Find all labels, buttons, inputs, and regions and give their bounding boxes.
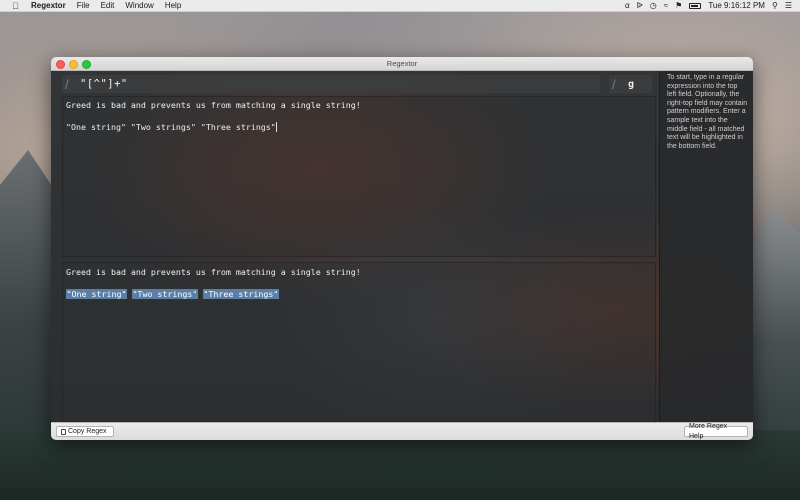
regex-slash: / bbox=[65, 76, 69, 92]
sample-text-field[interactable]: Greed is bad and prevents us from matchi… bbox=[62, 96, 656, 257]
regex-input[interactable]: / "[^"]+" bbox=[62, 75, 600, 93]
more-regex-help-label: More Regex Help bbox=[689, 422, 728, 440]
menu-edit[interactable]: Edit bbox=[101, 1, 115, 10]
help-text: To start, type in a regular expression i… bbox=[667, 74, 748, 150]
match-highlight: "Three strings" bbox=[202, 289, 279, 299]
window-title: Regextor bbox=[386, 59, 418, 68]
copy-icon bbox=[61, 428, 66, 435]
a-input-icon[interactable]: α bbox=[625, 0, 630, 12]
sample-line-1: Greed is bad and prevents us from matchi… bbox=[66, 100, 361, 110]
sample-line-2: "One string" "Two strings" "Three string… bbox=[66, 122, 276, 132]
menu-bar:  Regextor File Edit Window Help α ᐉ ◷ ≈… bbox=[0, 0, 800, 12]
modifier-value[interactable]: g bbox=[628, 79, 634, 90]
bottom-bar: Copy Regex More Regex Help bbox=[51, 422, 753, 440]
time-machine-icon[interactable]: ◷ bbox=[650, 0, 657, 12]
sample-line-2-wrap: "One string" "Two strings" "Three string… bbox=[66, 122, 277, 132]
wifi-icon[interactable]: ≈ bbox=[664, 0, 668, 12]
app-window: Regextor / "[^"]+" / g Greed is bad and … bbox=[51, 57, 753, 440]
title-bar[interactable]: Regextor bbox=[51, 57, 753, 71]
main-area: / "[^"]+" / g Greed is bad and prevents … bbox=[51, 71, 659, 422]
more-regex-help-button[interactable]: More Regex Help bbox=[684, 423, 748, 440]
match-highlight: "Two strings" bbox=[131, 289, 198, 299]
window-controls bbox=[56, 60, 91, 69]
search-icon[interactable]: ⚲ bbox=[772, 0, 778, 12]
text-caret bbox=[275, 122, 277, 132]
copy-regex-button[interactable]: Copy Regex bbox=[56, 426, 114, 437]
bluetooth-icon[interactable]: ᐉ bbox=[637, 0, 643, 12]
result-field[interactable]: Greed is bad and prevents us from matchi… bbox=[62, 262, 656, 422]
modifier-input[interactable]: / g bbox=[609, 75, 652, 93]
result-line-2: "One string" "Two strings" "Three string… bbox=[66, 289, 279, 299]
window-content: / "[^"]+" / g Greed is bad and prevents … bbox=[51, 71, 753, 422]
menu-window[interactable]: Window bbox=[125, 1, 153, 10]
status-area: α ᐉ ◷ ≈ ⚑ Tue 9:16:12 PM ⚲ ☰ bbox=[625, 0, 792, 12]
regex-pattern[interactable]: "[^"]+" bbox=[80, 78, 128, 90]
desktop-forest bbox=[0, 430, 800, 500]
menu-app-name[interactable]: Regextor bbox=[31, 1, 66, 10]
menu-clock[interactable]: Tue 9:16:12 PM bbox=[708, 1, 765, 10]
match-highlight: "One string" bbox=[66, 289, 127, 299]
copy-regex-label: Copy Regex bbox=[68, 427, 107, 435]
battery-icon[interactable] bbox=[689, 2, 702, 9]
regex-row: / "[^"]+" / g bbox=[62, 75, 652, 93]
menu-help[interactable]: Help bbox=[165, 1, 181, 10]
menu-file[interactable]: File bbox=[77, 1, 90, 10]
flag-icon[interactable]: ⚑ bbox=[675, 0, 682, 12]
modifier-slash: / bbox=[612, 76, 616, 92]
minimize-button[interactable] bbox=[69, 60, 78, 69]
list-icon[interactable]: ☰ bbox=[785, 0, 792, 12]
result-line-1: Greed is bad and prevents us from matchi… bbox=[66, 267, 361, 277]
zoom-button[interactable] bbox=[82, 60, 91, 69]
apple-menu-icon[interactable]:  bbox=[11, 1, 20, 11]
close-button[interactable] bbox=[56, 60, 65, 69]
help-sidebar: To start, type in a regular expression i… bbox=[659, 71, 753, 422]
